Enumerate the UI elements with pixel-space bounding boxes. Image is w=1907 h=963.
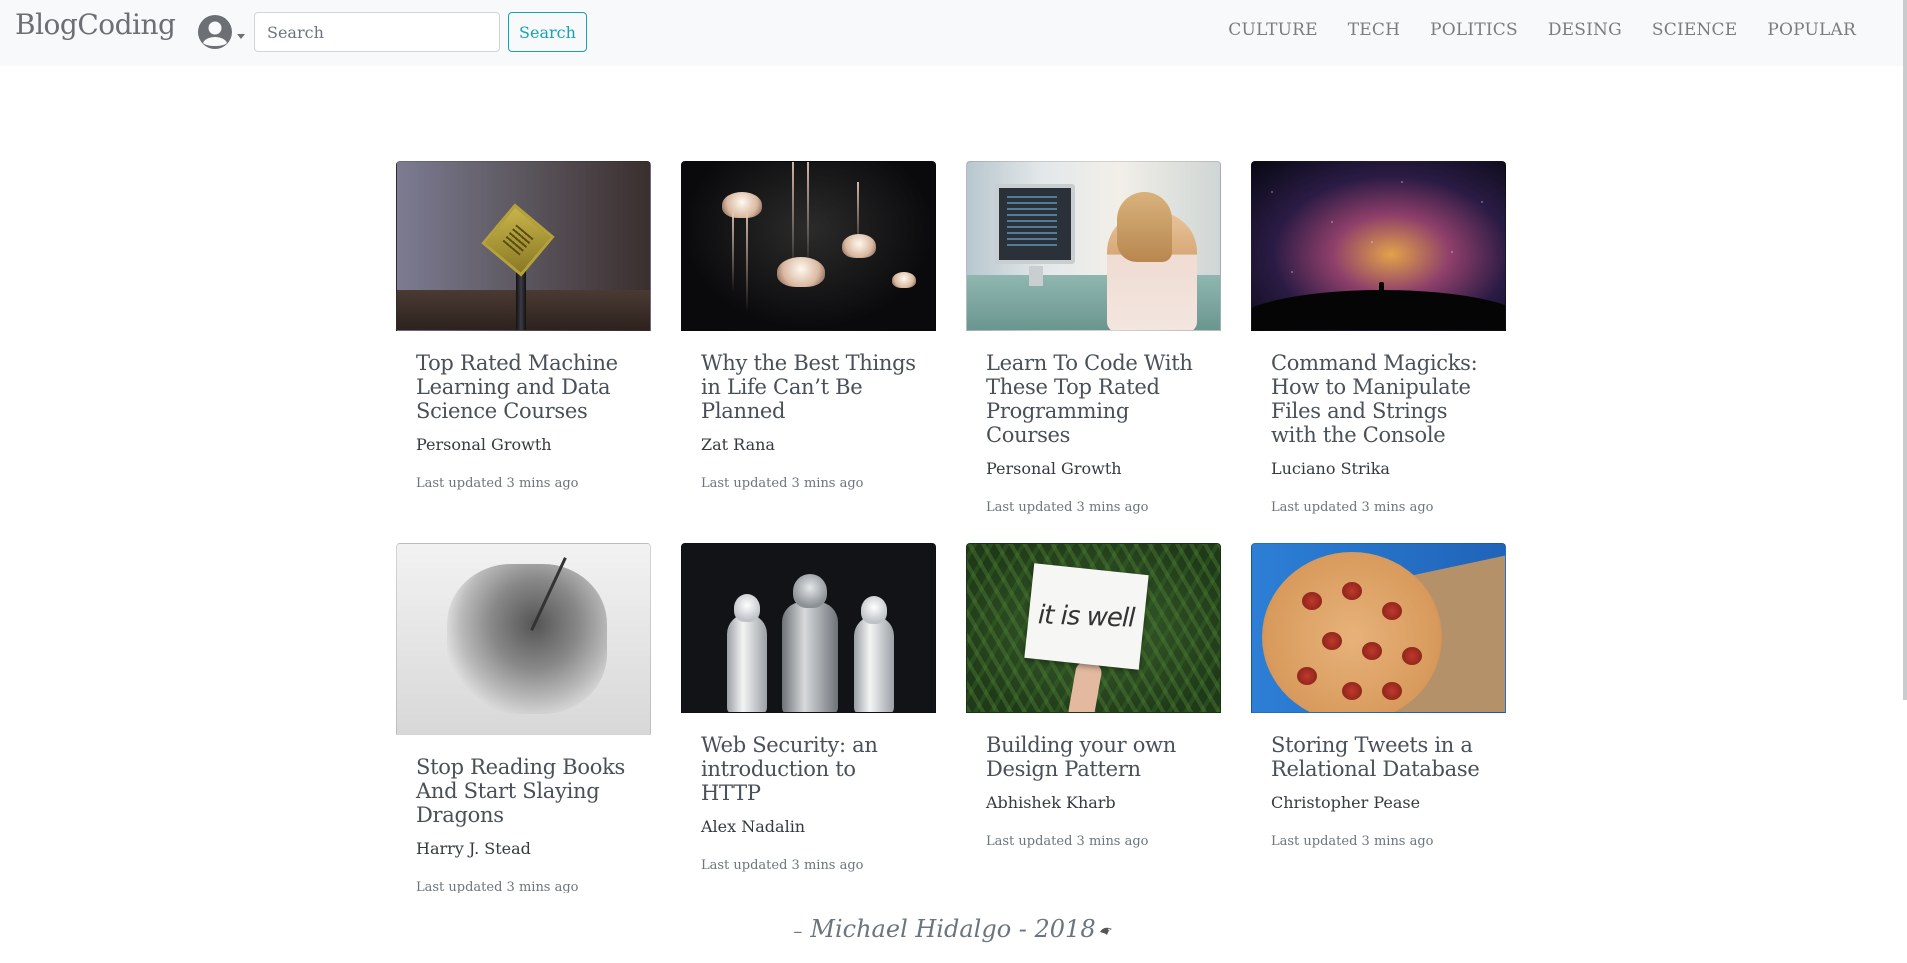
article-updated: Last updated 3 mins ago	[1271, 834, 1434, 849]
article-title[interactable]: Command Magicks: How to Manipulate Files…	[1271, 351, 1486, 447]
article-image[interactable]: it is well	[966, 543, 1221, 713]
article-image[interactable]	[1251, 543, 1506, 713]
navbar: BlogCoding Search CULTURE TECH POLITICS …	[0, 0, 1907, 66]
footer: – Michael Hidalgo - 2018	[0, 903, 1907, 963]
article-author: Personal Growth	[416, 435, 552, 454]
article-title[interactable]: Building your own Design Pattern	[986, 733, 1201, 781]
article-author: Luciano Strika	[1271, 459, 1390, 478]
article-title[interactable]: Why the Best Things in Life Can’t Be Pla…	[701, 351, 916, 423]
sign-text: it is well	[1037, 599, 1136, 634]
article-image[interactable]	[396, 543, 651, 735]
chevron-down-icon	[237, 34, 245, 39]
user-dropdown[interactable]	[197, 14, 249, 50]
article-card[interactable]: it is well Building your own Design Patt…	[966, 543, 1221, 893]
article-title[interactable]: Learn To Code With These Top Rated Progr…	[986, 351, 1201, 447]
nav-links: CULTURE TECH POLITICS DESING SCIENCE POP…	[1213, 20, 1871, 40]
article-title[interactable]: Stop Reading Books And Start Slaying Dra…	[416, 755, 631, 827]
article-title[interactable]: Web Security: an introduction to HTTP	[701, 733, 916, 805]
nav-link-tech[interactable]: TECH	[1333, 20, 1415, 40]
article-grid: Top Rated Machine Learning and Data Scie…	[396, 161, 1506, 893]
article-updated: Last updated 3 mins ago	[986, 834, 1149, 849]
footer-credit: – Michael Hidalgo - 2018	[793, 915, 1113, 943]
article-updated: Last updated 3 mins ago	[986, 500, 1149, 515]
search-input[interactable]	[254, 12, 500, 52]
article-card[interactable]: Web Security: an introduction to HTTP Al…	[681, 543, 936, 893]
bird-icon	[1099, 927, 1112, 935]
article-updated: Last updated 3 mins ago	[701, 858, 864, 873]
nav-link-politics[interactable]: POLITICS	[1415, 20, 1533, 40]
article-updated: Last updated 3 mins ago	[701, 476, 864, 491]
article-author: Alex Nadalin	[701, 817, 806, 836]
article-card[interactable]: Top Rated Machine Learning and Data Scie…	[396, 161, 651, 543]
article-title[interactable]: Storing Tweets in a Relational Database	[1271, 733, 1486, 781]
article-image[interactable]	[966, 161, 1221, 331]
article-card[interactable]: Command Magicks: How to Manipulate Files…	[1251, 161, 1506, 543]
footer-dash: –	[793, 921, 803, 942]
nav-link-desing[interactable]: DESING	[1533, 20, 1637, 40]
article-image[interactable]	[1251, 161, 1506, 331]
article-author: Zat Rana	[701, 435, 775, 454]
article-image[interactable]	[681, 161, 936, 331]
article-updated: Last updated 3 mins ago	[416, 880, 579, 893]
scrollbar[interactable]	[1903, 0, 1907, 700]
article-updated: Last updated 3 mins ago	[1271, 500, 1434, 515]
article-image[interactable]	[396, 161, 651, 331]
nav-link-culture[interactable]: CULTURE	[1213, 20, 1333, 40]
article-updated: Last updated 3 mins ago	[416, 476, 579, 491]
article-title[interactable]: Top Rated Machine Learning and Data Scie…	[416, 351, 631, 423]
article-card[interactable]: Why the Best Things in Life Can’t Be Pla…	[681, 161, 936, 543]
nav-link-popular[interactable]: POPULAR	[1752, 20, 1871, 40]
article-author: Abhishek Kharb	[986, 793, 1116, 812]
article-author: Personal Growth	[986, 459, 1122, 478]
article-image[interactable]	[681, 543, 936, 713]
article-card[interactable]: Learn To Code With These Top Rated Progr…	[966, 161, 1221, 543]
footer-text: Michael Hidalgo - 2018	[810, 915, 1096, 943]
article-author: Christopher Pease	[1271, 793, 1421, 812]
brand-logo[interactable]: BlogCoding	[15, 8, 176, 41]
search-button[interactable]: Search	[508, 12, 587, 52]
user-avatar-icon	[198, 15, 232, 49]
article-author: Harry J. Stead	[416, 839, 531, 858]
article-card[interactable]: Storing Tweets in a Relational Database …	[1251, 543, 1506, 893]
nav-link-science[interactable]: SCIENCE	[1637, 20, 1752, 40]
article-card[interactable]: Stop Reading Books And Start Slaying Dra…	[396, 543, 651, 893]
